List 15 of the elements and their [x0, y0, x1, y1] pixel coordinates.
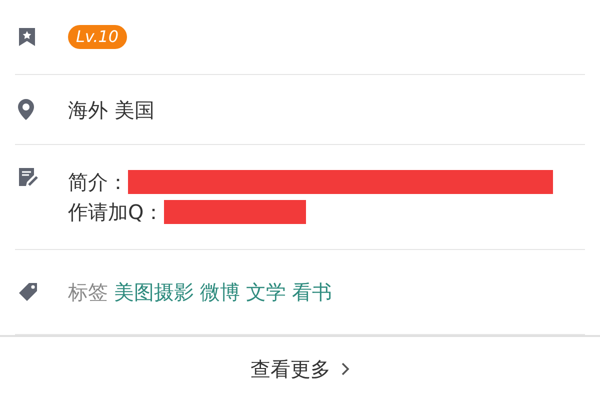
tags-label: 标签 — [68, 279, 108, 306]
more-link[interactable]: 查看更多 — [250, 354, 350, 384]
intro-label: 作请加Q： — [68, 199, 164, 226]
chevron-right-icon — [340, 362, 350, 376]
bookmark-icon — [18, 27, 36, 47]
tag-link[interactable]: 美图摄影 — [114, 277, 194, 307]
location-pin-icon — [18, 99, 34, 120]
intro-label: 简介： — [68, 169, 128, 196]
location-text: 海外 美国 — [68, 96, 154, 124]
level-badge: Lv.10 — [68, 25, 127, 49]
tag-link[interactable]: 微博 — [200, 277, 240, 307]
tag-icon — [18, 282, 38, 302]
edit-note-icon — [18, 167, 38, 187]
tag-link[interactable]: 看书 — [292, 277, 332, 307]
tag-link[interactable]: 文学 — [246, 277, 286, 307]
